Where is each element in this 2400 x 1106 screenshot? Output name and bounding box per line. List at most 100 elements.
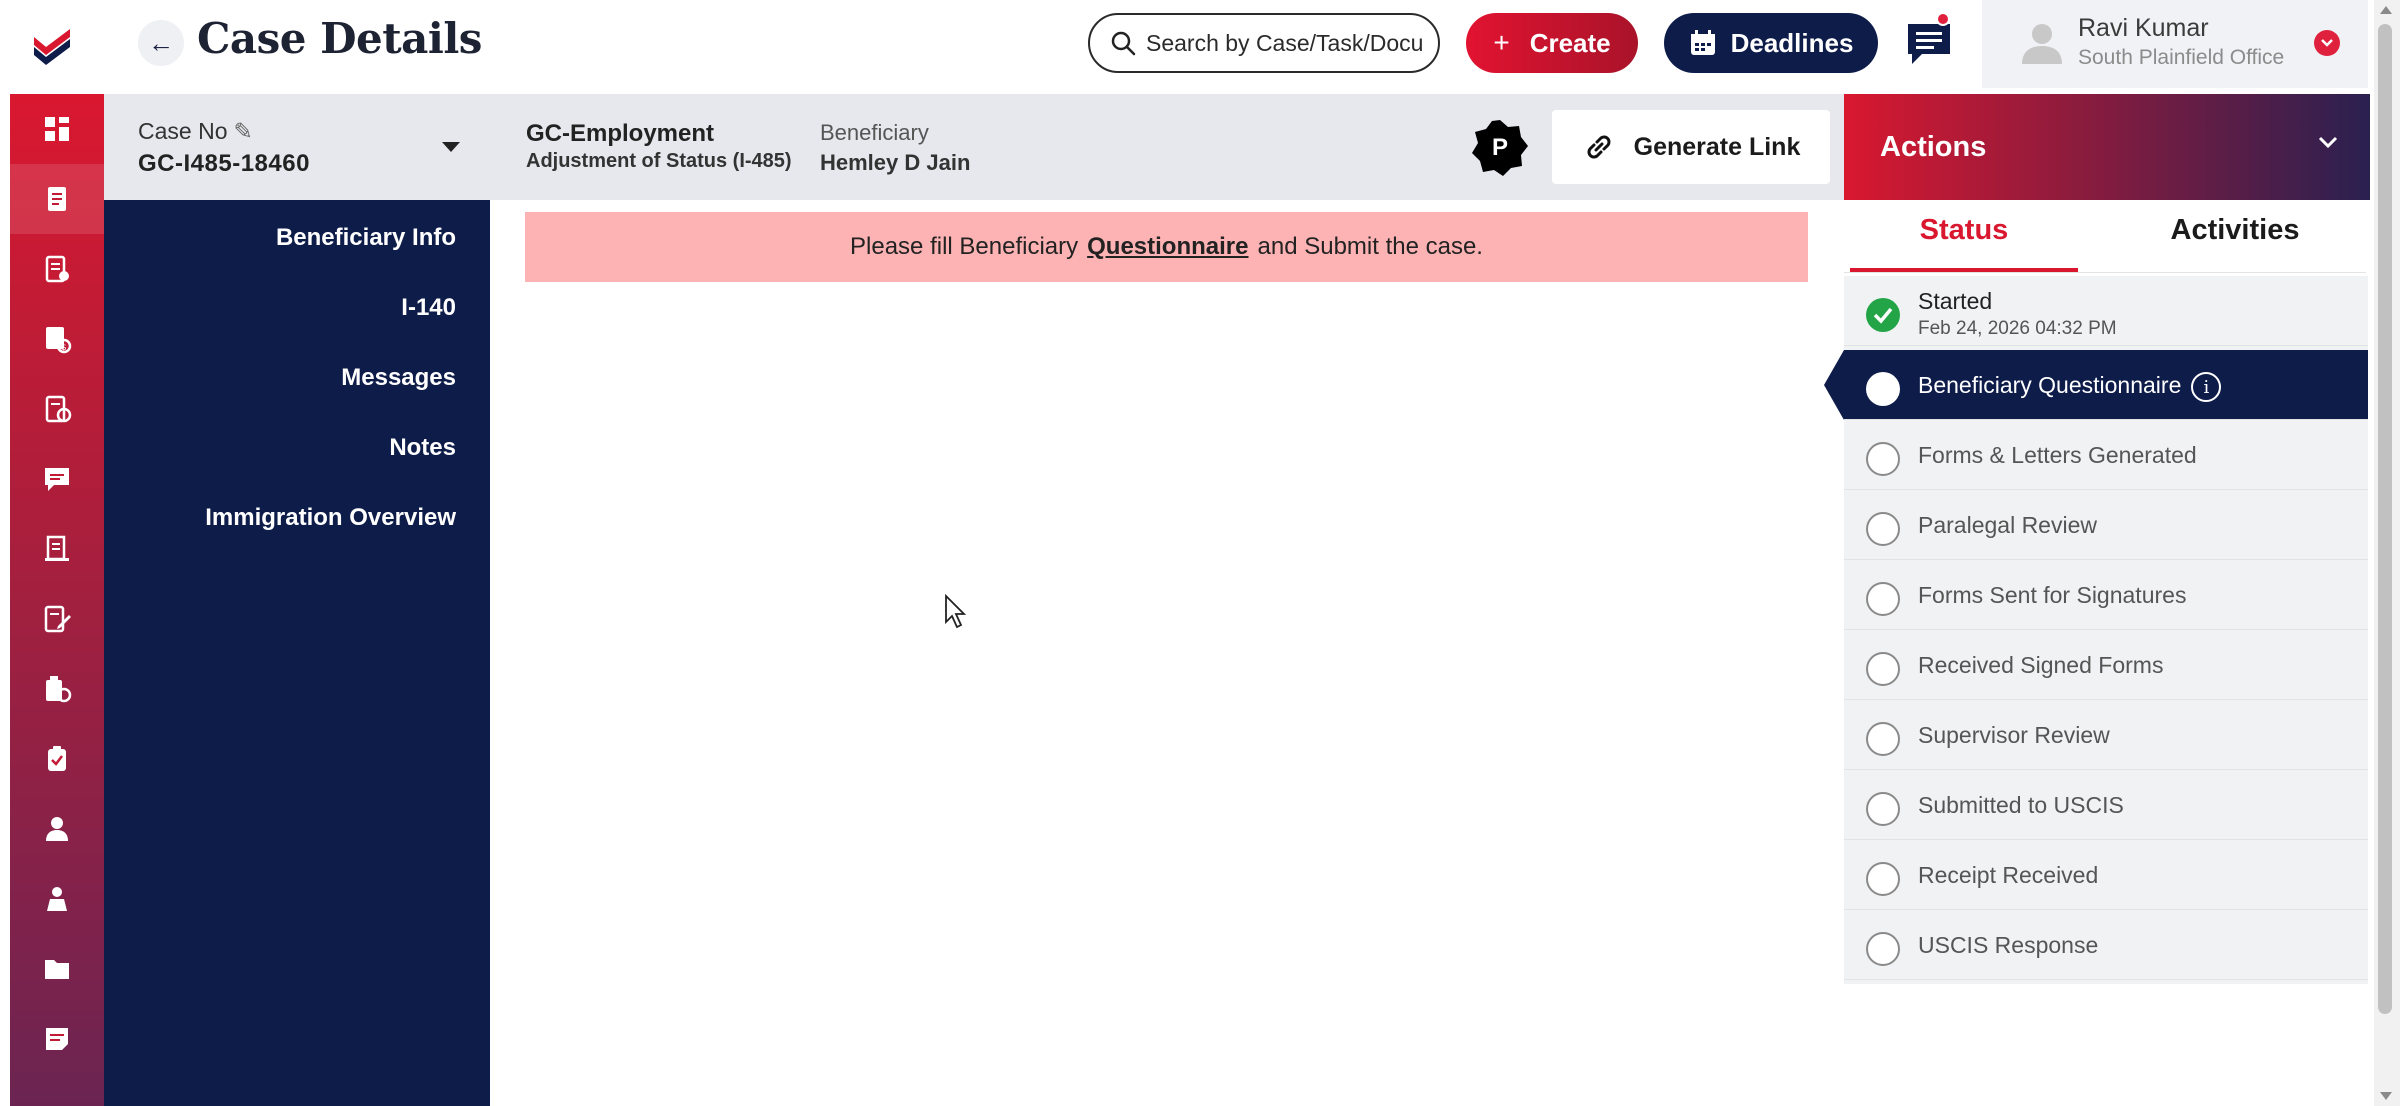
rail-cases[interactable] xyxy=(10,164,104,234)
create-button[interactable]: + Create xyxy=(1466,13,1638,73)
page-title: Case Details xyxy=(197,14,482,63)
deadlines-button[interactable]: Deadlines xyxy=(1664,13,1878,73)
scroll-thumb[interactable] xyxy=(2378,24,2392,1014)
pencil-icon[interactable]: ✎ xyxy=(233,118,252,144)
nav-notes[interactable]: Notes xyxy=(389,434,456,462)
step-paralegal-review[interactable]: Paralegal Review xyxy=(1844,490,2368,560)
case-subtype: Adjustment of Status (I-485) xyxy=(526,150,792,172)
nav-messages[interactable]: Messages xyxy=(341,364,456,392)
step-supervisor-review[interactable]: Supervisor Review xyxy=(1844,700,2368,770)
user-menu[interactable]: Ravi Kumar South Plainfield Office xyxy=(1982,0,2368,88)
case-side-nav: Beneficiary Info I-140 Messages Notes Im… xyxy=(104,200,490,1106)
step-receipt-received[interactable]: Receipt Received xyxy=(1844,840,2368,910)
radio-circle-icon xyxy=(1866,862,1900,896)
tab-activities[interactable]: Activities xyxy=(2120,214,2350,272)
nav-beneficiary-info[interactable]: Beneficiary Info xyxy=(276,224,456,252)
deadlines-label: Deadlines xyxy=(1730,27,1854,58)
radio-circle-icon xyxy=(1866,582,1900,616)
status-timeline: Started Feb 24, 2026 04:32 PM Beneficiar… xyxy=(1824,276,2368,984)
radio-circle-icon xyxy=(1866,512,1900,546)
rail-notes[interactable] xyxy=(10,1004,104,1074)
notification-dot xyxy=(1936,12,1950,26)
app-logo[interactable] xyxy=(0,0,104,94)
step-label: Receipt Received xyxy=(1918,862,2099,888)
alert-suffix: and Submit the case. xyxy=(1257,233,1483,260)
search-icon xyxy=(1111,31,1136,56)
rail-contacts[interactable] xyxy=(10,864,104,934)
questionnaire-link[interactable]: Questionnaire xyxy=(1087,233,1248,261)
case-dropdown-caret-icon[interactable] xyxy=(442,142,460,152)
step-label: Supervisor Review xyxy=(1918,722,2110,748)
generate-link-button[interactable]: Generate Link xyxy=(1552,110,1830,184)
case-no-label: Case No ✎ xyxy=(138,118,253,145)
nav-immigration-overview[interactable]: Immigration Overview xyxy=(205,504,456,532)
radio-circle-icon xyxy=(1866,722,1900,756)
rail-forms[interactable] xyxy=(10,514,104,584)
logo-icon xyxy=(34,29,70,65)
step-forms-letters-generated[interactable]: Forms & Letters Generated xyxy=(1844,420,2368,490)
scroll-up-arrow-icon[interactable] xyxy=(2380,6,2392,14)
priority-badge[interactable]: P xyxy=(1470,118,1530,178)
search-box[interactable] xyxy=(1088,13,1440,73)
chevron-down-icon[interactable] xyxy=(2316,134,2340,150)
page-scrollbar[interactable] xyxy=(2374,0,2400,1106)
step-forms-sent-for-signatures[interactable]: Forms Sent for Signatures xyxy=(1844,560,2368,630)
case-type: GC-Employment xyxy=(526,120,715,147)
step-label: Started xyxy=(1918,288,1993,314)
user-office: South Plainfield Office xyxy=(2078,46,2285,69)
rail-client[interactable] xyxy=(10,794,104,864)
plus-icon: + xyxy=(1493,27,1510,58)
radio-circle-icon xyxy=(1866,442,1900,476)
step-label: USCIS Response xyxy=(1918,932,2099,958)
calendar-icon xyxy=(1690,30,1715,55)
avatar-icon xyxy=(2022,24,2062,64)
reports-icon xyxy=(46,676,72,703)
step-label: Beneficiary Questionnaire i xyxy=(1918,372,2222,402)
tasks-icon xyxy=(45,395,72,423)
back-button[interactable]: ← xyxy=(138,20,184,66)
step-label-text: Beneficiary Questionnaire xyxy=(1918,372,2182,399)
client-icon xyxy=(46,817,68,841)
case-header: Case No ✎ GC-I485-18460 GC-Employment Adj… xyxy=(104,94,1844,200)
mouse-cursor-icon xyxy=(945,594,967,629)
chevron-down-icon[interactable] xyxy=(2314,30,2340,56)
rail-checklist[interactable] xyxy=(10,724,104,794)
rail-edit-forms[interactable] xyxy=(10,584,104,654)
scroll-down-arrow-icon[interactable] xyxy=(2380,1092,2392,1100)
step-label: Forms & Letters Generated xyxy=(1918,442,2197,468)
case-number: GC-I485-18460 xyxy=(138,150,310,177)
messages-icon xyxy=(45,468,69,491)
actions-header[interactable]: Actions xyxy=(1844,94,2370,200)
tabs-divider xyxy=(1844,272,2366,273)
step-label: Paralegal Review xyxy=(1918,512,2097,538)
rail-messages[interactable] xyxy=(10,444,104,514)
questionnaire-alert: Please fill Beneficiary Questionnaire an… xyxy=(525,212,1808,282)
beneficiary-name: Hemley D Jain xyxy=(820,150,971,175)
create-label: Create xyxy=(1529,27,1611,58)
info-icon[interactable]: i xyxy=(2191,372,2222,402)
search-input[interactable] xyxy=(1146,29,1426,57)
step-beneficiary-questionnaire[interactable]: Beneficiary Questionnaire i xyxy=(1824,350,2368,420)
forms-icon xyxy=(45,535,69,561)
rail-billing[interactable]: $ xyxy=(10,304,104,374)
step-started[interactable]: Started Feb 24, 2026 04:32 PM xyxy=(1844,276,2368,346)
radio-circle-icon xyxy=(1866,792,1900,826)
rail-reports[interactable] xyxy=(10,654,104,724)
tab-status[interactable]: Status xyxy=(1850,214,2078,272)
icon-rail: $ xyxy=(10,94,104,1106)
rail-tasks[interactable] xyxy=(10,374,104,444)
step-received-signed-forms[interactable]: Received Signed Forms xyxy=(1844,630,2368,700)
nav-i140[interactable]: I-140 xyxy=(401,294,456,322)
step-submitted-to-uscis[interactable]: Submitted to USCIS xyxy=(1844,770,2368,840)
step-date: Feb 24, 2026 04:32 PM xyxy=(1918,318,2117,339)
rail-documents[interactable] xyxy=(10,234,104,304)
step-uscis-response[interactable]: USCIS Response xyxy=(1844,910,2368,980)
chat-button[interactable] xyxy=(1904,12,1954,68)
rail-dashboard[interactable] xyxy=(10,94,104,164)
generate-link-label: Generate Link xyxy=(1633,132,1801,161)
badge-letter: P xyxy=(1491,134,1508,161)
arrow-left-icon: ← xyxy=(148,27,174,58)
link-icon xyxy=(1587,135,1611,159)
rail-folder[interactable] xyxy=(10,934,104,1004)
dashboard-icon xyxy=(45,117,69,141)
